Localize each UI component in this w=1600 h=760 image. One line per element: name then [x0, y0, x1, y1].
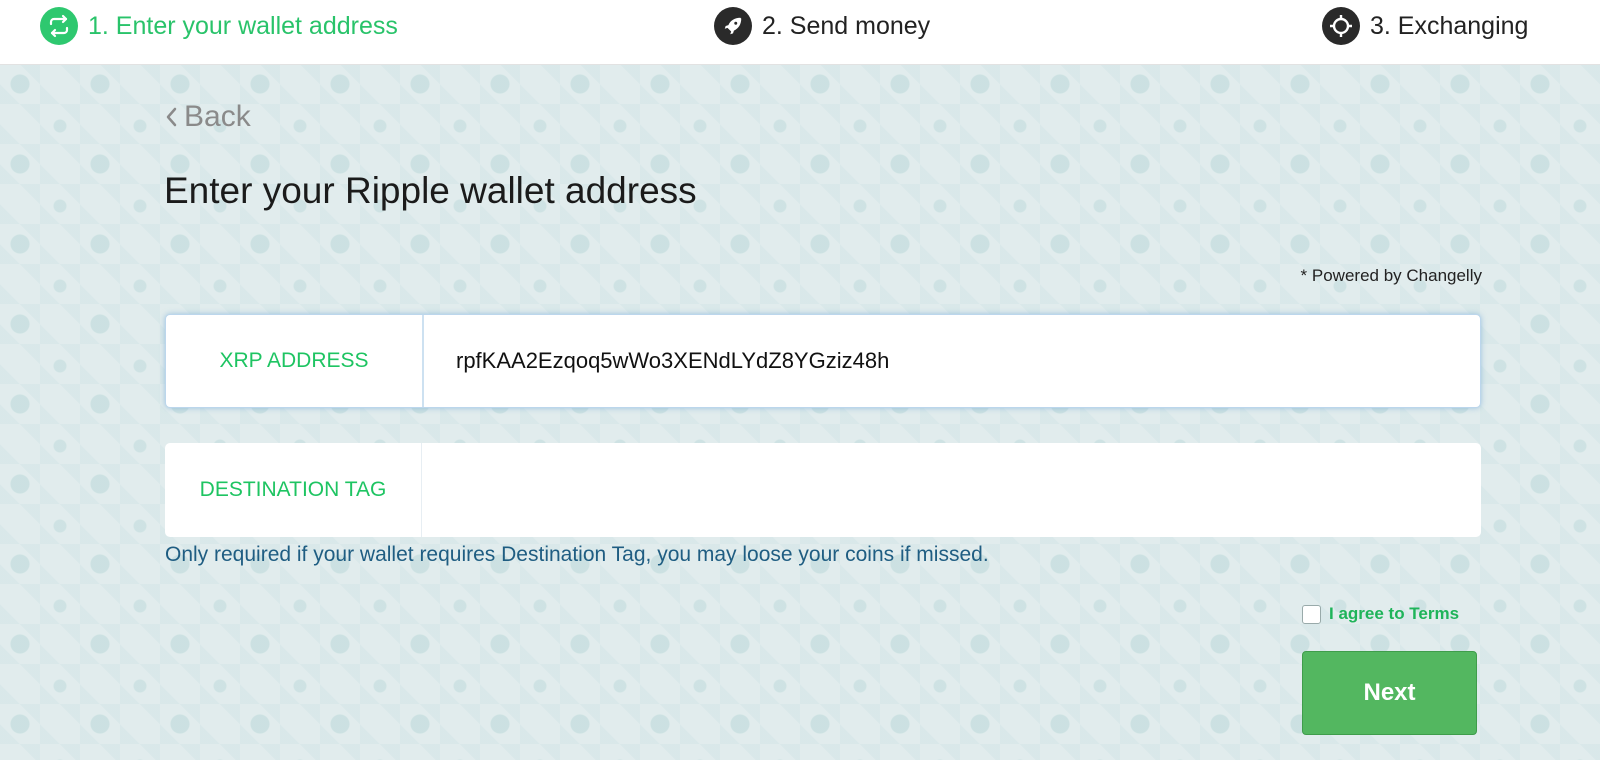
- terms-checkbox[interactable]: [1302, 604, 1321, 624]
- step-label: 1. Enter your wallet address: [88, 11, 398, 40]
- back-label: Back: [184, 100, 251, 133]
- target-icon: [1322, 7, 1360, 45]
- destination-tag-hint: Only required if your wallet requires De…: [165, 543, 989, 566]
- step-exchanging: 3. Exchanging: [1322, 4, 1528, 48]
- back-link[interactable]: Back: [164, 100, 251, 134]
- xrp-address-input[interactable]: [424, 315, 1480, 407]
- page-title: Enter your Ripple wallet address: [164, 170, 697, 211]
- xrp-address-label: XRP ADDRESS: [166, 315, 424, 407]
- step-label: 3. Exchanging: [1370, 11, 1529, 40]
- agree-terms[interactable]: I agree to Terms: [1302, 604, 1459, 624]
- destination-tag-input[interactable]: [422, 443, 1481, 537]
- xrp-address-field: XRP ADDRESS: [165, 314, 1481, 408]
- destination-tag-field: DESTINATION TAG: [165, 443, 1481, 537]
- step-enter-wallet: 1. Enter your wallet address: [40, 4, 398, 48]
- progress-steps: 1. Enter your wallet address 2. Send mon…: [0, 0, 1600, 65]
- terms-label[interactable]: I agree to Terms: [1329, 604, 1459, 624]
- destination-tag-label: DESTINATION TAG: [165, 443, 422, 537]
- exchange-cycle-icon: [40, 7, 78, 45]
- chevron-left-icon: [164, 106, 178, 128]
- next-button[interactable]: Next: [1302, 651, 1477, 735]
- rocket-icon: [714, 7, 752, 45]
- step-label: 2. Send money: [762, 11, 931, 40]
- powered-by-note: * Powered by Changelly: [1300, 266, 1482, 285]
- step-send-money: 2. Send money: [714, 4, 930, 48]
